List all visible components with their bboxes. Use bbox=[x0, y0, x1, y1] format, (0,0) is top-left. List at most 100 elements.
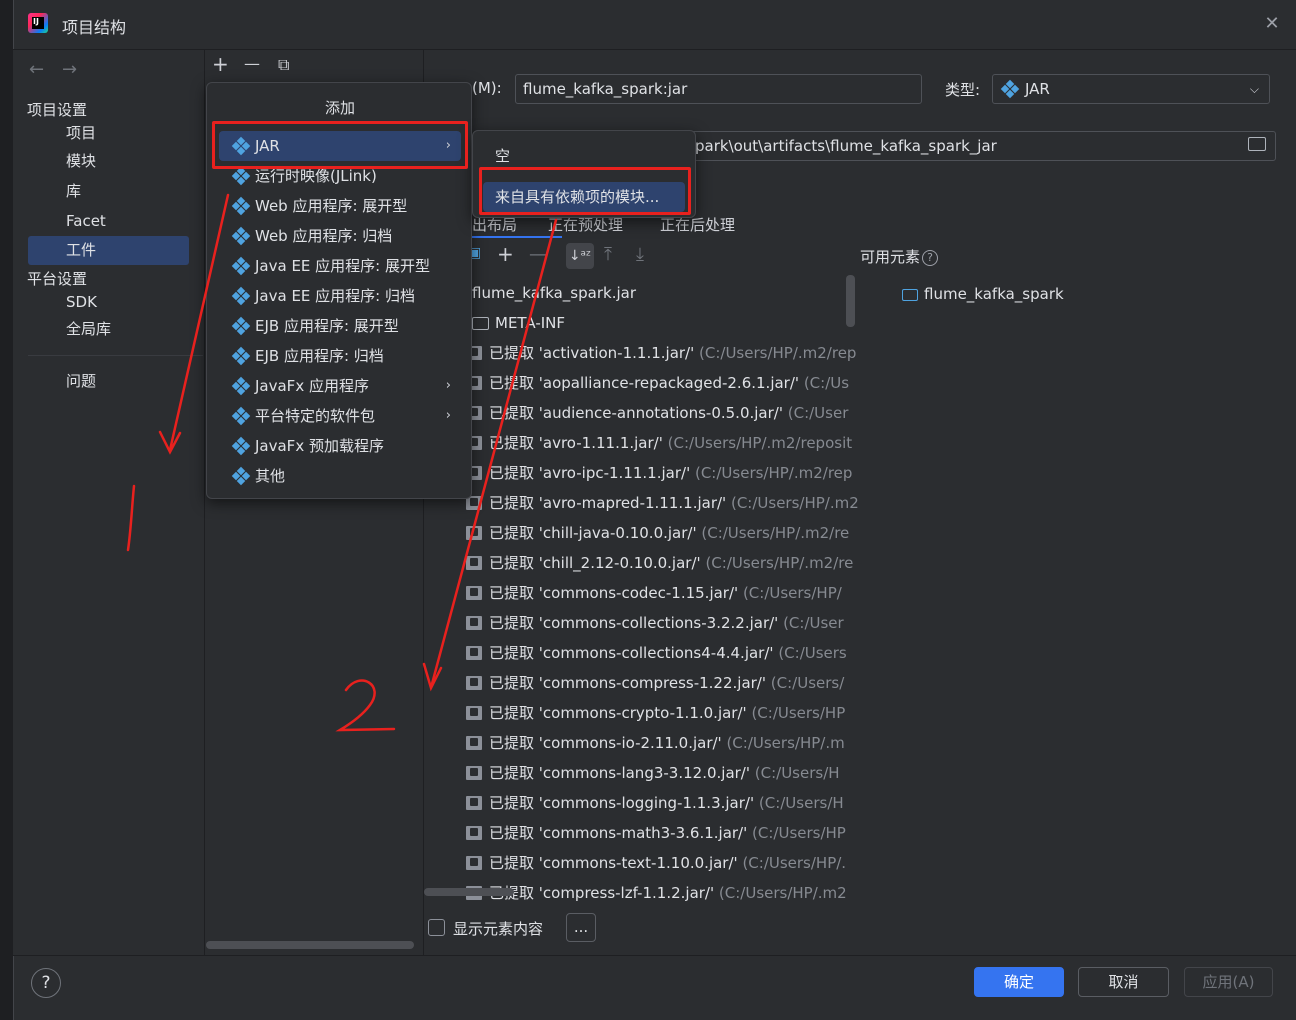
remove-element-icon[interactable]: — bbox=[529, 244, 547, 265]
popup-item[interactable]: Java EE 应用程序: 展开型 bbox=[219, 251, 461, 281]
tree-row-path: (C:/Users/HP/.m2/re bbox=[705, 554, 854, 572]
tree-row-label: 已提取 'commons-math3-3.6.1.jar/' bbox=[489, 824, 748, 842]
tree-row[interactable]: 已提取 'commons-collections-3.2.2.jar/' (C:… bbox=[466, 608, 844, 638]
ok-button[interactable]: 确定 bbox=[974, 967, 1064, 997]
cancel-button[interactable]: 取消 bbox=[1078, 967, 1169, 997]
tree-row[interactable]: 已提取 'compress-lzf-1.1.2.jar/' (C:/Users/… bbox=[466, 878, 847, 903]
sidebar-item-libraries[interactable]: 库 bbox=[28, 177, 189, 206]
output-directory-value: park\out\artifacts\flume_kafka_spark_jar bbox=[695, 137, 997, 155]
move-down-icon[interactable]: ⤓ bbox=[636, 244, 644, 265]
tree-row[interactable]: 已提取 'chill_2.12-0.10.0.jar/' (C:/Users/H… bbox=[466, 548, 853, 578]
sidebar-item-label: 问题 bbox=[66, 372, 97, 390]
tree-horizontal-scrollbar[interactable] bbox=[424, 888, 514, 896]
tree-row-label: 已提取 'chill-java-0.10.0.jar/' bbox=[489, 524, 697, 542]
tree-row[interactable]: 已提取 'chill-java-0.10.0.jar/' (C:/Users/H… bbox=[466, 518, 849, 548]
extracted-jar-icon bbox=[466, 826, 482, 840]
tree-row[interactable]: 已提取 'commons-crypto-1.1.0.jar/' (C:/User… bbox=[466, 698, 845, 728]
sidebar-divider bbox=[28, 355, 203, 356]
tree-row-label: 已提取 'chill_2.12-0.10.0.jar/' bbox=[489, 554, 701, 572]
section-project-settings: 项目设置 bbox=[27, 101, 88, 119]
popup-item[interactable]: 其他 bbox=[219, 461, 461, 491]
tree-row-label: 已提取 'avro-mapred-1.11.1.jar/' bbox=[489, 494, 727, 512]
tree-row-label: 已提取 'commons-crypto-1.1.0.jar/' bbox=[489, 704, 747, 722]
popup-item[interactable]: JavaFx 预加载程序 bbox=[219, 431, 461, 461]
tree-row-path: (C:/Users/HP bbox=[751, 704, 846, 722]
sidebar-item-sdk[interactable]: SDK bbox=[28, 288, 189, 317]
diamond-icon bbox=[231, 376, 251, 396]
sidebar-item-label: Facet bbox=[66, 212, 106, 230]
popup-item[interactable]: Java EE 应用程序: 归档 bbox=[219, 281, 461, 311]
sidebar-item-label: 库 bbox=[66, 182, 82, 200]
popup-item[interactable]: Web 应用程序: 归档 bbox=[219, 221, 461, 251]
available-elements-label: 可用元素 bbox=[860, 248, 921, 266]
popup-item[interactable]: 平台特定的软件包 › bbox=[219, 401, 461, 431]
sidebar-item-artifacts[interactable]: 工件 bbox=[28, 236, 189, 265]
remove-icon[interactable]: — bbox=[244, 54, 260, 73]
tree-row[interactable]: 已提取 'avro-ipc-1.11.1.jar/' (C:/Users/HP/… bbox=[466, 458, 852, 488]
popup-title: 添加 bbox=[324, 99, 355, 117]
sort-icon[interactable]: ↓ᵃᶻ bbox=[566, 243, 594, 269]
apply-button[interactable]: 应用(A) bbox=[1184, 967, 1273, 997]
tree-row[interactable]: 已提取 'commons-math3-3.6.1.jar/' (C:/Users… bbox=[466, 818, 846, 848]
tree-row[interactable]: 已提取 'commons-lang3-3.12.0.jar/' (C:/User… bbox=[466, 758, 840, 788]
move-up-icon[interactable]: ⤒ bbox=[604, 244, 612, 265]
background-window-strip bbox=[0, 0, 13, 1020]
tree-row-label: 已提取 'commons-logging-1.1.3.jar/' bbox=[489, 794, 755, 812]
add-element-icon[interactable]: + bbox=[497, 242, 514, 266]
sidebar-item-modules[interactable]: 模块 bbox=[28, 147, 189, 176]
copy-icon[interactable]: ⧉ bbox=[278, 55, 289, 75]
tree-row-path: (C:/Users/HP/.m2 bbox=[718, 884, 847, 902]
tree-row-label: 已提取 'commons-io-2.11.0.jar/' bbox=[489, 734, 722, 752]
tree-row[interactable]: 已提取 'audience-annotations-0.5.0.jar/' (C… bbox=[466, 398, 848, 428]
forward-arrow-icon[interactable]: → bbox=[62, 59, 77, 80]
folder-browse-icon[interactable] bbox=[1248, 137, 1266, 151]
tree-row[interactable]: 已提取 'activation-1.1.1.jar/' (C:/Users/HP… bbox=[466, 338, 856, 368]
tree-row[interactable]: 已提取 'avro-1.11.1.jar/' (C:/Users/HP/.m2/… bbox=[466, 428, 852, 458]
artifact-type-select[interactable]: JAR ⌵ bbox=[992, 74, 1270, 104]
popup-item[interactable]: JavaFx 应用程序 › bbox=[219, 371, 461, 401]
more-options-button[interactable]: ... bbox=[566, 913, 596, 942]
popup-item[interactable]: EJB 应用程序: 归档 bbox=[219, 341, 461, 371]
tree-row-label: 已提取 'avro-ipc-1.11.1.jar/' bbox=[489, 464, 691, 482]
available-module-item[interactable]: flume_kafka_spark bbox=[902, 285, 1064, 303]
close-icon[interactable]: ✕ bbox=[1262, 13, 1282, 35]
extracted-jar-icon bbox=[466, 526, 482, 540]
popup-item[interactable]: Web 应用程序: 展开型 bbox=[219, 191, 461, 221]
diamond-icon bbox=[231, 466, 251, 486]
sidebar-item-facets[interactable]: Facet bbox=[28, 207, 189, 236]
popup-item-label: Java EE 应用程序: 归档 bbox=[255, 287, 415, 305]
help-button[interactable]: ? bbox=[31, 968, 61, 998]
help-icon[interactable]: ? bbox=[922, 250, 939, 266]
tree-row[interactable]: 已提取 'commons-collections4-4.4.jar/' (C:/… bbox=[466, 638, 847, 668]
tree-row[interactable]: 已提取 'commons-codec-1.15.jar/' (C:/Users/… bbox=[466, 578, 842, 608]
show-content-label: 显示元素内容 bbox=[453, 920, 544, 938]
extracted-jar-icon bbox=[466, 796, 482, 810]
folder-icon bbox=[472, 317, 489, 330]
tree-row[interactable]: 已提取 'aopalliance-repackaged-2.6.1.jar/' … bbox=[466, 368, 849, 398]
ejb-icon bbox=[231, 346, 251, 366]
show-content-checkbox[interactable] bbox=[428, 919, 445, 936]
tree-row[interactable]: 已提取 'commons-io-2.11.0.jar/' (C:/Users/H… bbox=[466, 728, 845, 758]
footer-divider bbox=[13, 955, 1296, 956]
output-directory-field[interactable]: park\out\artifacts\flume_kafka_spark_jar bbox=[686, 131, 1276, 161]
sidebar-item-problems[interactable]: 问题 bbox=[28, 367, 189, 396]
chevron-down-icon: ⌵ bbox=[1249, 82, 1259, 96]
sidebar-item-global-libraries[interactable]: 全局库 bbox=[28, 315, 189, 344]
sidebar-item-project[interactable]: 项目 bbox=[28, 119, 189, 148]
add-icon[interactable]: + bbox=[212, 52, 229, 76]
horizontal-scrollbar[interactable] bbox=[206, 941, 414, 949]
tree-row[interactable]: 已提取 'commons-text-1.10.0.jar/' (C:/Users… bbox=[466, 848, 846, 878]
tree-row-path: (C:/Users/H bbox=[754, 764, 840, 782]
tree-row[interactable]: 已提取 'commons-compress-1.22.jar/' (C:/Use… bbox=[466, 668, 844, 698]
artifact-name-field[interactable]: flume_kafka_spark:jar bbox=[515, 74, 922, 104]
popup-item-label: EJB 应用程序: 归档 bbox=[255, 347, 384, 365]
vertical-scrollbar[interactable] bbox=[846, 275, 855, 327]
popup-item-label: Web 应用程序: 归档 bbox=[255, 227, 393, 245]
tree-meta-inf[interactable]: META-INF bbox=[472, 308, 565, 338]
back-arrow-icon[interactable]: ← bbox=[29, 59, 44, 80]
popup-item[interactable]: EJB 应用程序: 展开型 bbox=[219, 311, 461, 341]
tree-row[interactable]: 已提取 'avro-mapred-1.11.1.jar/' (C:/Users/… bbox=[466, 488, 858, 518]
tree-row[interactable]: 已提取 'commons-logging-1.1.3.jar/' (C:/Use… bbox=[466, 788, 844, 818]
submenu-item-label: 空 bbox=[495, 147, 511, 165]
tree-root-jar[interactable]: flume_kafka_spark.jar bbox=[472, 278, 636, 308]
